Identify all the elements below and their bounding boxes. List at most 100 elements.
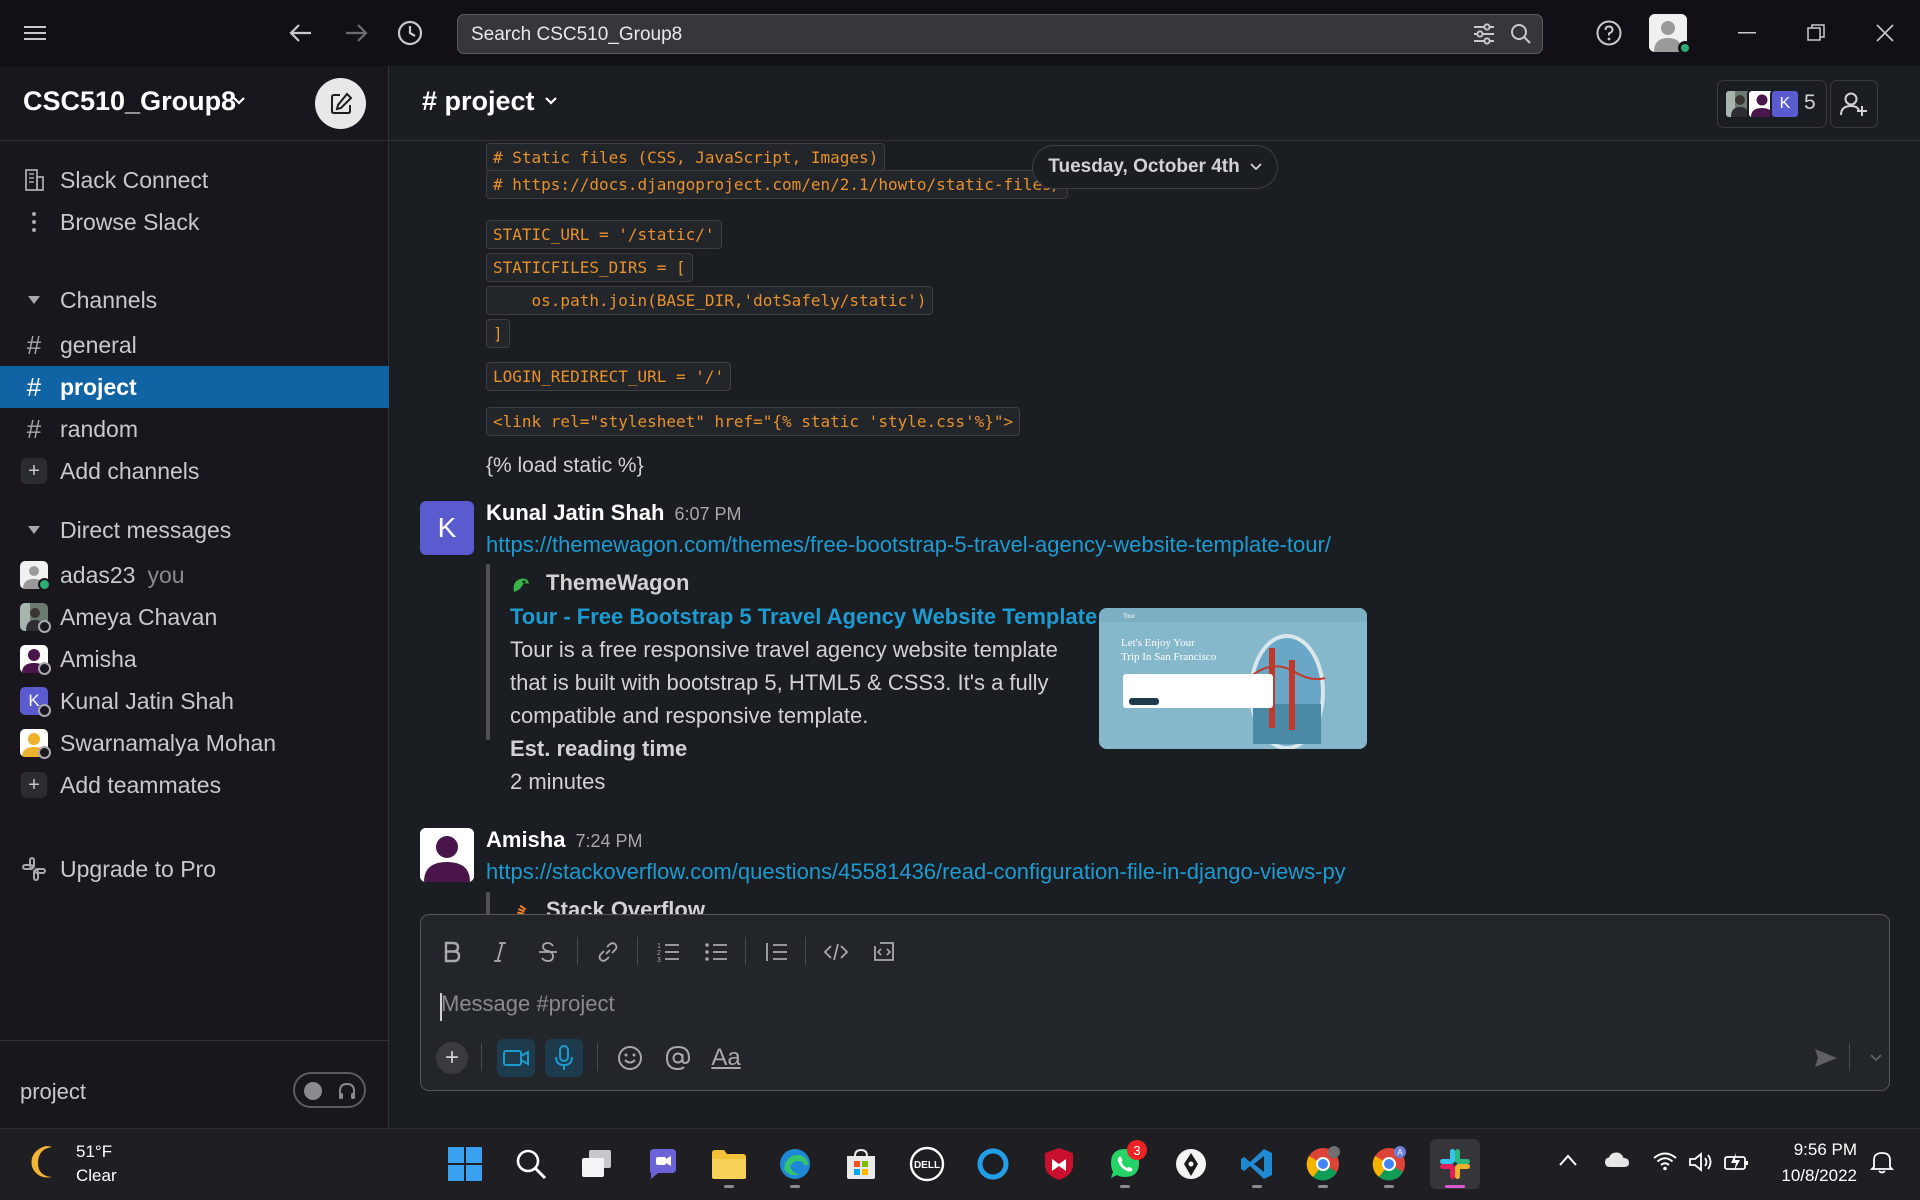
message-author[interactable]: Kunal Jatin Shah <box>486 500 664 525</box>
unfurl-thumbnail[interactable]: Let's Enjoy Your Trip In San Francisco T… <box>1099 608 1367 749</box>
forward-arrow-icon[interactable] <box>337 14 375 52</box>
weather-condition[interactable]: Clear <box>76 1166 117 1186</box>
clock-date[interactable]: 10/8/2022 <box>1770 1166 1857 1186</box>
restore-icon[interactable] <box>1797 14 1835 52</box>
add-people-button[interactable] <box>1830 80 1878 128</box>
battery-charging-icon[interactable] <box>1724 1151 1750 1173</box>
message-composer: 123 Message #project + Aa <box>420 914 1890 1091</box>
chrome-app-profile-2[interactable]: A <box>1364 1139 1414 1189</box>
link-button[interactable] <box>591 935 625 969</box>
message-link[interactable]: https://stackoverflow.com/questions/4558… <box>486 859 1346 885</box>
dm-item-amisha[interactable]: Amisha <box>0 638 389 680</box>
schedule-send-dropdown[interactable] <box>1857 1039 1895 1077</box>
onedrive-cloud-icon[interactable] <box>1604 1151 1630 1169</box>
message-input[interactable]: Message #project <box>441 991 615 1017</box>
caret-down-icon[interactable] <box>20 286 48 314</box>
history-clock-icon[interactable] <box>391 14 429 52</box>
toggle-knob <box>304 1082 322 1100</box>
unfurl-title-link[interactable]: Tour - Free Bootstrap 5 Travel Agency We… <box>510 604 1097 630</box>
sidebar-item-project[interactable]: # project <box>0 366 389 408</box>
message-author[interactable]: Amisha <box>486 827 565 852</box>
strikethrough-button[interactable] <box>531 935 565 969</box>
message-timestamp[interactable]: 6:07 PM <box>674 504 741 524</box>
dm-item-swarnamalya-mohan[interactable]: Swarnamalya Mohan <box>0 722 389 764</box>
sidebar-item-slack-connect[interactable]: Slack Connect <box>0 159 389 201</box>
minimize-icon[interactable] <box>1728 14 1766 52</box>
sidebar-item-browse-slack[interactable]: Browse Slack <box>0 201 389 243</box>
caret-down-icon[interactable] <box>20 516 48 544</box>
bullet-list-button[interactable] <box>699 935 733 969</box>
search-icon[interactable] <box>1510 23 1532 45</box>
formatting-toggle-button[interactable]: Aa <box>707 1039 745 1077</box>
chevron-down-icon[interactable] <box>232 96 246 106</box>
edge-browser-app[interactable] <box>770 1139 820 1189</box>
file-explorer-app[interactable] <box>704 1139 754 1189</box>
new-message-button[interactable] <box>315 78 366 129</box>
ordered-list-button[interactable]: 123 <box>651 935 685 969</box>
emoji-button[interactable] <box>611 1039 649 1077</box>
send-button[interactable] <box>1807 1039 1845 1077</box>
message-avatar[interactable]: K <box>420 501 474 555</box>
show-hidden-icons-chevron-icon[interactable] <box>1558 1153 1578 1167</box>
dm-section-header[interactable]: Direct messages <box>0 509 389 551</box>
cortana-app[interactable] <box>968 1139 1018 1189</box>
italic-button[interactable] <box>483 935 517 969</box>
channels-section-header[interactable]: Channels <box>0 279 389 321</box>
code-block-button[interactable] <box>867 935 901 969</box>
workspace-header[interactable]: CSC510_Group8 <box>0 66 389 141</box>
channel-name-button[interactable]: # project <box>422 86 535 117</box>
moon-weather-icon[interactable] <box>28 1143 66 1181</box>
whatsapp-app[interactable]: 3 <box>1100 1139 1150 1189</box>
dm-item-kunal-jatin-shah[interactable]: K Kunal Jatin Shah <box>0 680 389 722</box>
message-timestamp[interactable]: 7:24 PM <box>575 831 642 851</box>
weather-temperature[interactable]: 51°F <box>76 1142 112 1162</box>
upgrade-to-pro-button[interactable]: Upgrade to Pro <box>0 848 389 890</box>
blockquote-button[interactable] <box>759 935 793 969</box>
sidebar-item-random[interactable]: # random <box>0 408 389 450</box>
audio-clip-button[interactable] <box>545 1039 583 1077</box>
chevron-down-icon[interactable] <box>544 96 558 106</box>
clock-time[interactable]: 9:56 PM <box>1787 1140 1857 1160</box>
search-bar[interactable]: Search CSC510_Group8 <box>457 14 1543 54</box>
add-channels-button[interactable]: + Add channels <box>0 450 389 492</box>
hash-icon: # <box>26 413 42 444</box>
chrome-app-profile-1[interactable] <box>1298 1139 1348 1189</box>
video-clip-button[interactable] <box>497 1039 535 1077</box>
taskbar-search-button[interactable] <box>506 1139 556 1189</box>
volume-icon[interactable] <box>1688 1151 1714 1173</box>
help-icon[interactable] <box>1590 14 1628 52</box>
members-button[interactable]: K 5 <box>1717 80 1827 128</box>
dm-item-ameya-chavan[interactable]: Ameya Chavan <box>0 596 389 638</box>
back-arrow-icon[interactable] <box>282 14 320 52</box>
add-teammates-button[interactable]: + Add teammates <box>0 764 389 806</box>
teams-chat-app[interactable] <box>638 1139 688 1189</box>
message-avatar[interactable] <box>420 828 474 882</box>
huddle-toggle[interactable] <box>293 1072 366 1108</box>
sidebar-item-general[interactable]: # general <box>0 324 389 366</box>
workspace-name[interactable]: CSC510_Group8 <box>23 86 236 117</box>
search-input[interactable]: Search CSC510_Group8 <box>471 24 682 46</box>
code-button[interactable] <box>819 935 853 969</box>
mcafee-app[interactable] <box>1034 1139 1084 1189</box>
slack-app[interactable] <box>1430 1139 1480 1189</box>
dm-item-adas23[interactable]: adas23 you <box>0 554 389 596</box>
close-icon[interactable] <box>1866 14 1904 52</box>
bold-button[interactable] <box>435 935 469 969</box>
search-filter-icon[interactable] <box>1472 23 1496 45</box>
attach-button[interactable]: + <box>433 1039 471 1077</box>
windows-start-button[interactable] <box>440 1139 490 1189</box>
emoji-icon <box>618 1046 642 1070</box>
notification-bell-icon[interactable] <box>1870 1149 1894 1175</box>
hamburger-menu-icon[interactable] <box>16 14 54 52</box>
sidebar-item-label: project <box>60 373 137 400</box>
member-avatar: K <box>1770 89 1800 119</box>
vscode-app[interactable] <box>1232 1139 1282 1189</box>
message-link[interactable]: https://themewagon.com/themes/free-boots… <box>486 532 1331 558</box>
pen-tool-app[interactable] <box>1166 1139 1216 1189</box>
task-view-button[interactable] <box>572 1139 622 1189</box>
dell-app[interactable]: DELL <box>902 1139 952 1189</box>
microsoft-store-app[interactable] <box>836 1139 886 1189</box>
date-divider-button[interactable]: Tuesday, October 4th <box>1032 145 1278 189</box>
wifi-icon[interactable] <box>1652 1151 1678 1171</box>
mention-button[interactable] <box>659 1039 697 1077</box>
